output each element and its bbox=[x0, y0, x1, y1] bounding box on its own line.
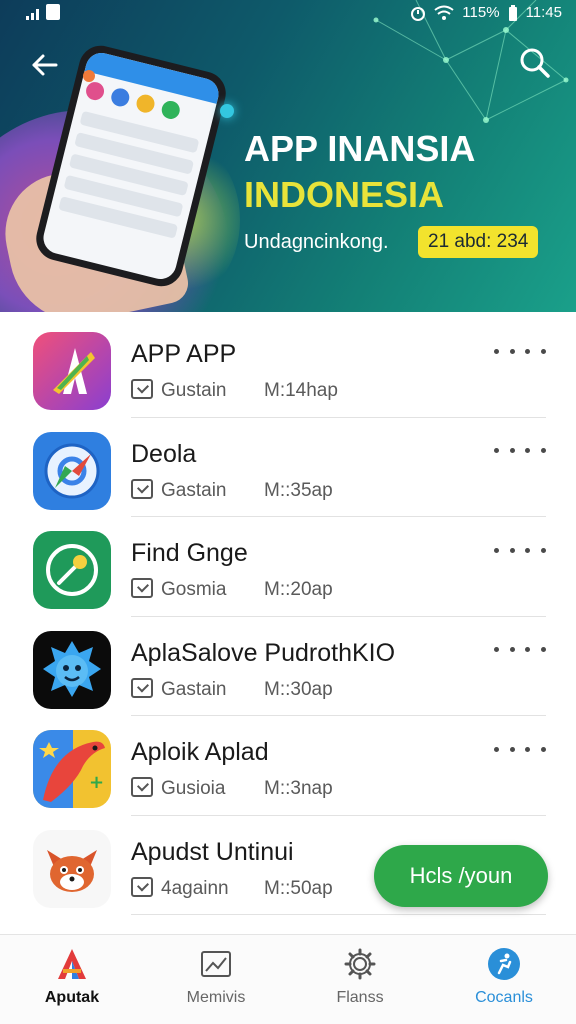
app-author: Gastain bbox=[161, 479, 227, 501]
nav-item-cocanls[interactable]: Cocanls bbox=[432, 935, 576, 1024]
hero-badge: 21 abd: 234 bbox=[418, 226, 539, 258]
wifi-icon bbox=[434, 5, 454, 20]
more-options-icon[interactable] bbox=[494, 342, 546, 360]
verified-icon bbox=[131, 777, 153, 797]
more-options-icon[interactable] bbox=[494, 442, 546, 460]
hero-tagline: Undagncinkong. bbox=[244, 231, 389, 253]
app-app-icon bbox=[33, 332, 111, 410]
sim-card-icon bbox=[46, 4, 60, 20]
aputak-logo-icon bbox=[58, 949, 86, 979]
chart-image-icon bbox=[201, 951, 231, 977]
signal-icon bbox=[26, 9, 39, 20]
verified-icon bbox=[131, 876, 153, 897]
more-options-icon[interactable] bbox=[494, 641, 546, 659]
list-item[interactable]: AplaSalove PudrothKIO Gastain M::30ap bbox=[0, 617, 576, 716]
app-size: M::20ap bbox=[264, 579, 333, 600]
status-bar: 115% 11:45 bbox=[0, 0, 576, 26]
app-size: M::30ap bbox=[264, 678, 333, 700]
decor-orb bbox=[220, 104, 234, 118]
alarm-icon bbox=[411, 6, 426, 21]
app-title: Deola bbox=[131, 439, 197, 468]
verified-icon bbox=[131, 578, 153, 598]
nav-label: Memivis bbox=[186, 989, 246, 1006]
cocanls-icon bbox=[488, 948, 520, 980]
hero-title: APP INANSIA bbox=[244, 128, 476, 169]
find-icon bbox=[33, 531, 111, 609]
nav-label: Aputak bbox=[44, 989, 100, 1006]
app-author: Gastain bbox=[161, 678, 227, 700]
nav-label: Cocanls bbox=[475, 989, 533, 1006]
search-icon bbox=[520, 48, 550, 78]
arrow-left-icon bbox=[32, 54, 58, 76]
decor-orb bbox=[83, 70, 95, 82]
verified-icon bbox=[131, 379, 153, 399]
verified-icon bbox=[131, 677, 153, 698]
nav-item-flanss[interactable]: Flanss bbox=[288, 935, 432, 1024]
compass-icon bbox=[33, 431, 111, 510]
blue-monster-icon bbox=[33, 630, 111, 709]
search-button[interactable] bbox=[518, 46, 552, 80]
list-item[interactable]: Deola Gastain M::35ap bbox=[0, 418, 576, 517]
app-list: APP APP Gustain M:14hap Deola Gastain M:… bbox=[0, 318, 576, 915]
app-title: Aploik Aplad bbox=[131, 738, 269, 766]
app-author: Gusioia bbox=[161, 778, 226, 799]
app-title: Apudst Untinui bbox=[131, 837, 294, 866]
app-author: Gosmia bbox=[161, 579, 227, 600]
more-options-icon[interactable] bbox=[494, 541, 546, 559]
gear-icon bbox=[344, 948, 376, 980]
bottom-navigation: Aputak Memivis Flanss Cocanls bbox=[0, 934, 576, 1024]
list-item[interactable]: + Aploik Aplad Gusioia M::3nap bbox=[0, 716, 576, 816]
app-author: Gustain bbox=[161, 380, 227, 401]
bird-icon: + bbox=[33, 730, 111, 808]
nav-item-aputak[interactable]: Aputak bbox=[0, 935, 144, 1024]
nav-item-memivis[interactable]: Memivis bbox=[144, 935, 288, 1024]
verified-icon bbox=[131, 478, 153, 499]
app-size: M::3nap bbox=[264, 778, 333, 799]
status-right: 115% 11:45 bbox=[410, 4, 562, 21]
hero-banner: 115% 11:45 APP INANSIA INDONESIA Undagnc… bbox=[0, 0, 576, 312]
app-size: M:14hap bbox=[264, 380, 338, 401]
list-item[interactable]: Find Gnge Gosmia M::20ap bbox=[0, 517, 576, 617]
app-author: 4againn bbox=[161, 877, 229, 899]
app-title: AplaSalove PudrothKIO bbox=[131, 638, 396, 667]
svg-text:+: + bbox=[89, 772, 104, 793]
floating-action-button[interactable]: Hcls /youn bbox=[374, 845, 548, 907]
battery-percentage: 115% bbox=[462, 4, 500, 21]
status-left bbox=[26, 4, 60, 20]
hero-subtitle: INDONESIA bbox=[244, 174, 445, 215]
clock: 11:45 bbox=[525, 4, 562, 21]
fox-icon bbox=[33, 829, 111, 908]
divider bbox=[131, 914, 546, 915]
app-title: APP APP bbox=[131, 340, 237, 368]
list-item[interactable]: APP APP Gustain M:14hap bbox=[0, 318, 576, 418]
app-size: M::35ap bbox=[264, 479, 333, 501]
app-title: Find Gnge bbox=[131, 539, 248, 567]
battery-icon bbox=[508, 4, 517, 21]
app-size: M::50ap bbox=[264, 877, 333, 899]
more-options-icon[interactable] bbox=[494, 740, 546, 758]
back-button[interactable] bbox=[28, 48, 62, 82]
nav-label: Flanss bbox=[336, 989, 384, 1006]
